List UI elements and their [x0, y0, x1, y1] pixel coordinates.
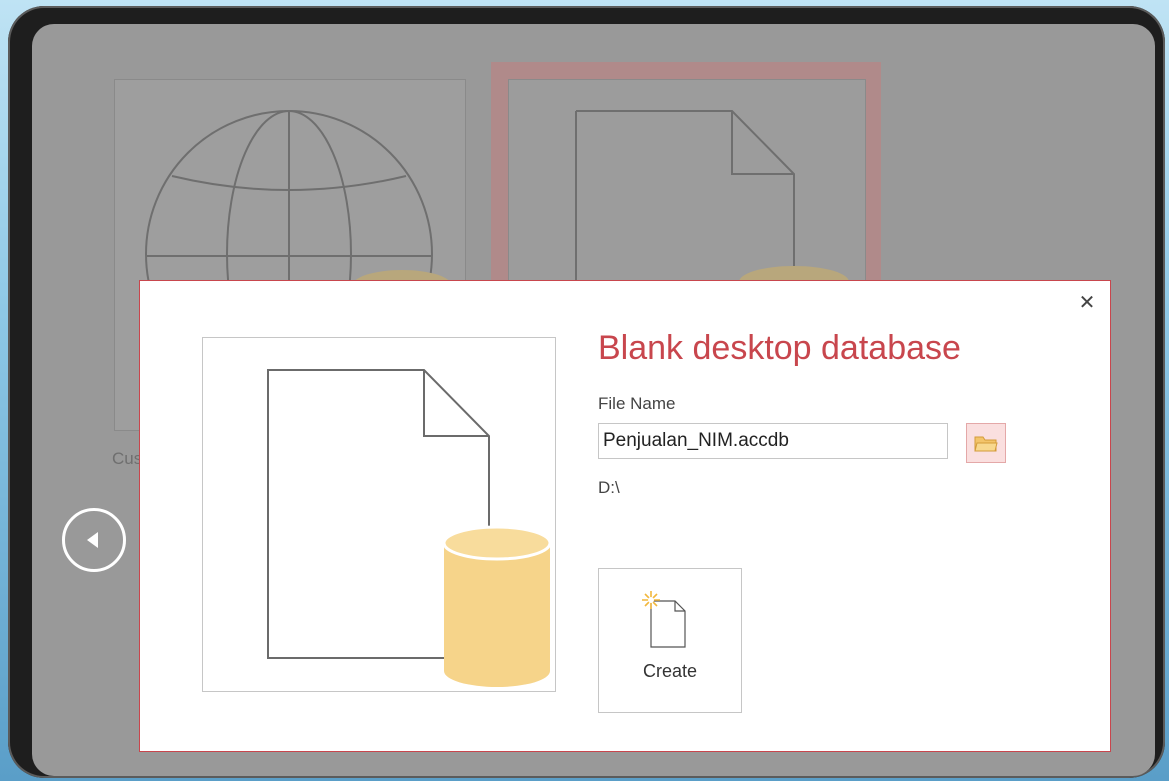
close-icon[interactable]: ✕ [1076, 291, 1098, 313]
back-button[interactable] [62, 508, 126, 572]
blank-desktop-database-dialog: ✕ Blank desktop database File Name D:\ [139, 280, 1111, 752]
blank-database-illustration [267, 369, 552, 687]
dialog-title: Blank desktop database [598, 329, 961, 367]
database-preview [202, 337, 556, 692]
arrow-left-icon [86, 532, 98, 548]
file-path: D:\ [598, 478, 620, 497]
folder-icon [974, 436, 998, 452]
template-label: Cus [112, 449, 143, 468]
document-icon [575, 110, 795, 294]
database-icon [442, 525, 552, 687]
create-label: Create [642, 661, 698, 681]
browse-button[interactable] [966, 423, 1006, 463]
file-name-label: File Name [598, 394, 676, 413]
new-document-icon [642, 591, 686, 648]
file-name-input[interactable] [598, 423, 948, 459]
create-button[interactable]: Create [598, 568, 742, 713]
